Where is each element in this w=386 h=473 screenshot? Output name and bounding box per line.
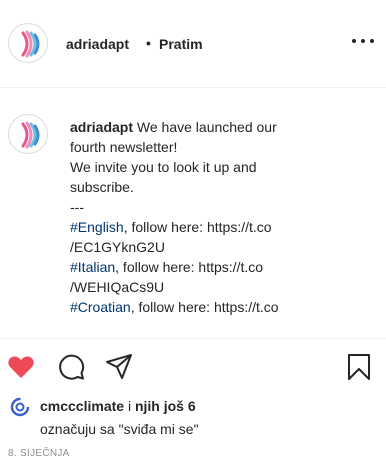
- caption-link-line: #English, follow here: https://t.co: [70, 217, 370, 237]
- caption-link-line: #Croatian, follow here: https://t.co: [70, 297, 370, 317]
- adriadapt-logo-icon: [21, 121, 40, 149]
- hashtag-link[interactable]: #English: [70, 219, 124, 235]
- paper-plane-icon[interactable]: [104, 352, 134, 382]
- cmcc-logo-icon[interactable]: [10, 397, 30, 417]
- more-options-icon[interactable]: [352, 34, 374, 48]
- bookmark-icon[interactable]: [344, 352, 374, 382]
- caption-username[interactable]: adriadapt: [70, 119, 133, 135]
- likes-suffix: označuju sa "sviđa mi se": [40, 421, 199, 437]
- more-dot: [352, 39, 356, 43]
- caption-text: , follow here: https://t.co: [123, 219, 272, 235]
- caption-url-continued: /EC1GYknG2U: [70, 239, 165, 255]
- likes-others-link[interactable]: njih još 6: [135, 398, 196, 414]
- caption-line: fourth newsletter!: [70, 139, 178, 155]
- post-caption: adriadapt We have launched our fourth ne…: [70, 117, 370, 317]
- likes-text: cmccclimate i njih još 6: [40, 398, 196, 414]
- post-header: adriadapt • Pratim: [0, 0, 386, 88]
- action-bar: [0, 348, 386, 388]
- caption-text: , follow here: https://t.co: [115, 259, 264, 275]
- more-dot: [370, 39, 374, 43]
- liker-username[interactable]: cmccclimate: [40, 398, 124, 414]
- profile-avatar[interactable]: [8, 23, 48, 63]
- caption-line: ---: [70, 199, 84, 215]
- adriadapt-logo-icon: [21, 30, 40, 58]
- caption-avatar[interactable]: [8, 114, 48, 154]
- likes-conjunction: i: [124, 398, 135, 414]
- comment-icon[interactable]: [56, 352, 86, 382]
- separator-dot: •: [146, 35, 151, 51]
- more-dot: [361, 39, 365, 43]
- likes-summary: cmccclimate i njih još 6: [8, 395, 378, 417]
- following-button[interactable]: Pratim: [159, 36, 203, 52]
- hashtag-link[interactable]: #Italian: [70, 259, 115, 275]
- caption-line: adriadapt We have launched our: [70, 117, 370, 137]
- caption-url-continued: /WEHIQaCs9U: [70, 279, 165, 295]
- comments-area: adriadapt We have launched our fourth ne…: [0, 89, 386, 339]
- caption-text: We have launched our: [136, 119, 277, 135]
- caption-line: subscribe.: [70, 179, 134, 195]
- hashtag-link[interactable]: #Croatian: [70, 299, 131, 315]
- caption-link-line: #Italian, follow here: https://t.co: [70, 257, 370, 277]
- header-username[interactable]: adriadapt: [66, 36, 129, 52]
- heart-filled-icon[interactable]: [6, 352, 36, 382]
- post-date[interactable]: 8. SIJEČNJA: [8, 448, 70, 459]
- caption-text: , follow here: https://t.co: [130, 299, 279, 315]
- caption-line: We invite you to look it up and: [70, 159, 257, 175]
